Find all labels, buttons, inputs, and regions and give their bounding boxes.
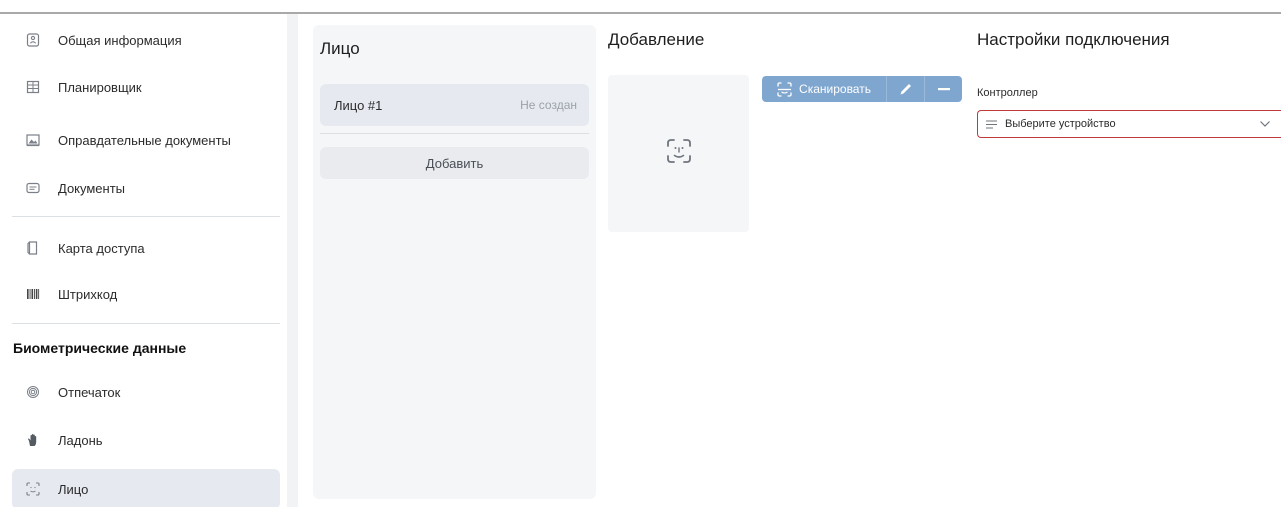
scan-button-label: Сканировать [799,82,871,96]
list-divider [320,133,589,134]
list-icon [986,120,998,129]
sidebar-divider [287,14,298,507]
calendar-icon [25,79,41,95]
palm-icon [25,432,41,448]
sidebar-item-scheduler[interactable]: Планировщик [12,67,280,107]
sidebar-item-label: Оправдательные документы [58,132,231,148]
window-top-border [0,0,1281,14]
sidebar-item-general-info[interactable]: Общая информация [12,20,280,60]
sidebar-item-label: Карта доступа [58,240,145,256]
person-card-icon [25,32,41,48]
controller-label: Контроллер [977,87,1038,99]
sidebar-item-label: Отпечаток [58,384,121,400]
sidebar-item-access-card[interactable]: Карта доступа [12,228,280,268]
face-item-name: Лицо #1 [334,97,383,113]
face-actions-toolbar: Сканировать [762,76,962,102]
barcode-icon [25,286,41,302]
section-title-biometrics: Биометрические данные [13,340,187,356]
sidebar-divider-line [12,323,280,324]
panel-title: Лицо [320,39,360,58]
sidebar-item-justifying-documents[interactable]: Оправдательные документы [12,120,280,160]
sidebar-item-label: Ладонь [58,432,103,448]
sidebar-item-barcode[interactable]: Штрихкод [12,274,280,314]
scan-icon [777,81,792,97]
sidebar-item-label: Общая информация [58,32,182,48]
sidebar-item-label: Лицо [58,481,89,497]
face-scan-icon [25,481,41,497]
sidebar-item-face[interactable]: Лицо [12,469,280,507]
adding-title: Добавление [608,30,705,49]
sidebar-item-label: Планировщик [58,79,142,95]
sidebar-item-label: Штрихкод [58,286,118,302]
face-list-panel: Лицо Лицо #1 Не создан Добавить [313,25,596,499]
document-image-icon [25,132,41,148]
connection-settings-title: Настройки подключения [977,30,1170,49]
sidebar-item-fingerprint[interactable]: Отпечаток [12,372,280,412]
face-photo-placeholder [608,75,749,232]
face-scan-icon [665,137,693,170]
sidebar-divider-line [12,216,280,217]
edit-button[interactable] [886,76,924,102]
pencil-icon [900,84,911,95]
face-item-status: Не создан [520,98,577,112]
remove-button[interactable] [924,76,962,102]
scan-button[interactable]: Сканировать [762,76,886,102]
sidebar-item-label: Документы [58,180,126,196]
sidebar-item-palm[interactable]: Ладонь [12,420,280,460]
controller-select-placeholder: Выберите устройство [1005,118,1116,130]
id-card-icon [25,180,41,196]
sidebar-item-documents[interactable]: Документы [12,168,280,208]
face-list-item[interactable]: Лицо #1 Не создан [320,84,589,126]
add-face-button[interactable]: Добавить [320,147,589,179]
fingerprint-icon [25,384,41,400]
minus-icon [937,88,950,91]
access-card-icon [25,240,41,256]
chevron-down-icon [1259,120,1273,128]
controller-select[interactable]: Выберите устройство [977,110,1281,138]
